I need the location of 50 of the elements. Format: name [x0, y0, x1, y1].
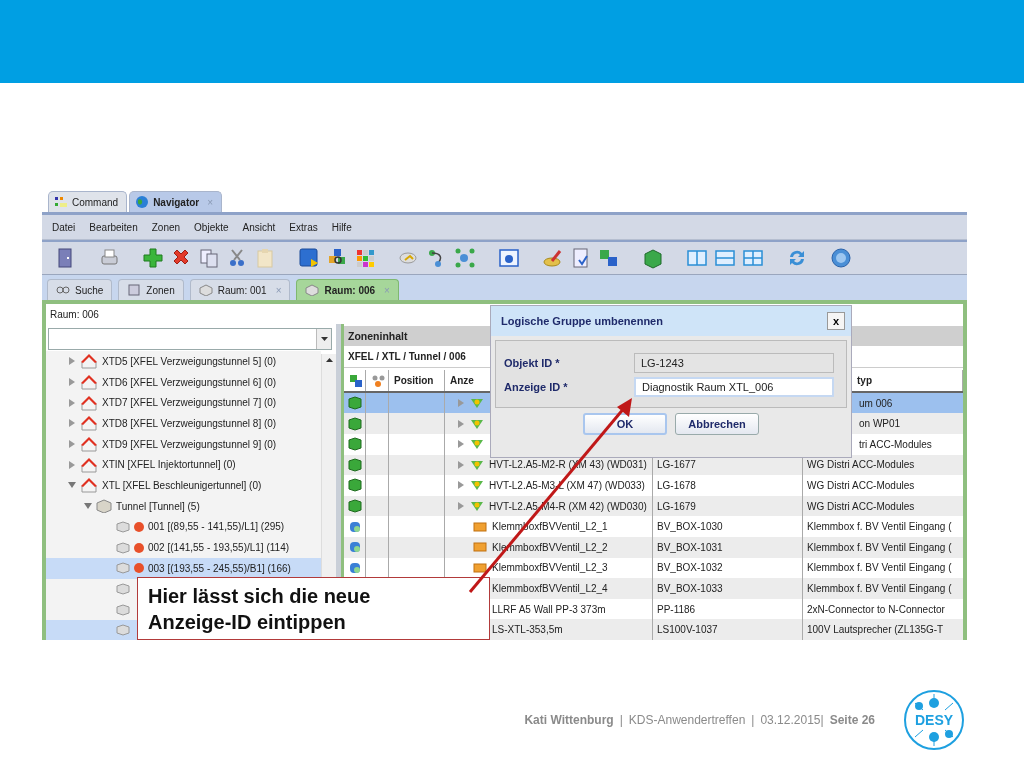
dialog-title: Logische Gruppe umbenennen [501, 315, 663, 327]
event-name: KDS-Anwendertreffen [628, 713, 746, 727]
table-cell: BV_BOX-1031 [657, 541, 723, 553]
tree-item-label: XTD6 [XFEL Verzweigungstunnel 6] (0) [102, 376, 277, 388]
logo: DESY [903, 689, 965, 751]
table-cell: Klemmbox f. BV Ventil Eingang ( [807, 582, 952, 594]
field-label: Anzeige ID * [504, 381, 569, 393]
tree-item-label: XTD7 [XFEL Verzweigungstunnel 7] (0) [102, 397, 277, 409]
tree-item-label: Tunnel [Tunnel] (5) [116, 500, 200, 512]
table-cell: BV_BOX-1033 [657, 582, 723, 594]
table-cell: WG Distri ACC-Modules [807, 459, 915, 471]
tree-item-label: XTD5 [XFEL Verzweigungstunnel 5] (0) [102, 355, 277, 367]
table-cell: LLRF A5 Wall PP-3 373m [492, 603, 606, 615]
separator: | [751, 713, 755, 727]
section-title: Zoneninhalt [348, 329, 408, 342]
table-cell: LS-XTL-353,5m [492, 624, 563, 636]
tree-item-label: XTD8 [XFEL Verzweigungstunnel 8] (0) [102, 417, 277, 429]
table-cell: Klemmbox f. BV Ventil Eingang ( [807, 562, 952, 574]
table-cell: 2xN-Connector to N-Connector [807, 603, 945, 615]
author: Kati Wittenburg [524, 713, 614, 727]
table-cell: KlemmboxfBVVentil_L2_4 [492, 582, 608, 594]
table-cell: KlemmboxfBVVentil_L2_3 [492, 562, 608, 574]
table-cell: on WP01 [859, 418, 901, 430]
tree-item-label: XTIN [XFEL Injektortunnel] (0) [102, 459, 236, 471]
table-cell: LG-1677 [657, 459, 696, 471]
table-cell: WG Distri ACC-Modules [807, 479, 915, 491]
separator: | [619, 713, 623, 727]
table-cell: tri ACC-Modules [859, 438, 932, 450]
table-cell: PP-1186 [657, 603, 696, 615]
tree-item-label: XTL [XFEL Beschleunigertunnel] (0) [102, 479, 262, 491]
table-cell: WG Distri ACC-Modules [807, 500, 915, 512]
table-cell: LG-1679 [657, 500, 696, 512]
callout-tooltip: Hier lässt sich die neue Anzeige-ID eintippen [137, 577, 490, 640]
table-cell: LS100V-1037 [657, 624, 718, 636]
date: 03.12.2015| [760, 713, 824, 727]
table-cell: BV_BOX-1032 [657, 562, 723, 574]
panel-title: Raum: 006 [50, 308, 99, 320]
field-label: Objekt ID * [504, 357, 561, 369]
tree-item-label: 002 [(141,55 - 193,55)/L1] (114) [148, 542, 290, 554]
page-number: Seite 26 [829, 713, 875, 727]
table-cell: BV_BOX-1030 [657, 521, 723, 533]
table-cell: Klemmbox f. BV Ventil Eingang ( [807, 521, 952, 533]
breadcrumb: XFEL / XTL / Tunnel / 006 [348, 350, 466, 362]
tree-item-label: XTD9 [XFEL Verzweigungstunnel 9] (0) [102, 438, 277, 450]
table-cell: 100V Lautsprecher (ZL135G-T [807, 624, 944, 636]
tree-item-label: 003 [(193,55 - 245,55)/B1] (166) [148, 562, 291, 574]
table-cell: Klemmbox f. BV Ventil Eingang ( [807, 541, 952, 553]
tree-item-label: 001 [(89,55 - 141,55)/L1] (295) [148, 521, 285, 533]
table-cell: um 006 [859, 397, 893, 409]
table-cell: LG-1678 [657, 479, 696, 491]
